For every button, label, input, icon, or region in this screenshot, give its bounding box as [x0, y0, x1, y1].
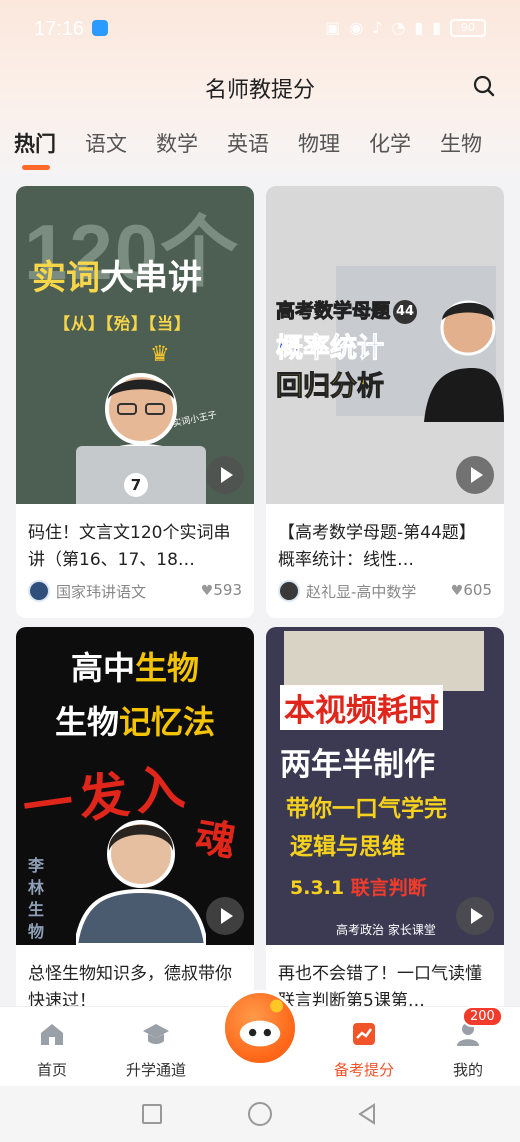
video-meta: 国家玮讲语文 ♥593	[28, 580, 242, 602]
tab-english[interactable]: 英语	[227, 128, 269, 158]
author-name[interactable]: 赵礼显-高中数学	[306, 581, 416, 602]
video-title[interactable]: 码住！文言文120个实词串讲（第16、17、18…	[28, 520, 242, 574]
teacher-figure	[424, 300, 504, 422]
tab-physics[interactable]: 物理	[298, 128, 340, 158]
signal-icon: ▮	[414, 18, 424, 37]
notification-app-icon	[92, 20, 108, 36]
thumb-line1: 高考数学母题 44	[275, 296, 418, 324]
nav-label: 我的	[452, 1061, 483, 1079]
thumb-line5-num: 5.3.1	[290, 877, 345, 899]
thumb-line2-white: 生物	[54, 703, 119, 741]
nfc-icon: ▣	[325, 18, 341, 37]
home-button[interactable]	[248, 1102, 272, 1126]
video-thumbnail[interactable]: 本视频耗时 两年半制作 带你一口气学完 逻辑与思维 5.3.1 联言判断 高考政…	[266, 627, 504, 945]
video-title[interactable]: 【高考数学母题-第44题】概率统计：线性…	[278, 520, 492, 574]
home-icon	[41, 1024, 63, 1045]
recent-apps-button[interactable]	[142, 1104, 162, 1124]
nav-item-mine[interactable]: 我的	[418, 1019, 518, 1080]
play-icon[interactable]	[206, 897, 244, 935]
thumb-line5: 5.3.1 联言判断	[290, 873, 427, 900]
heart-icon: ♥	[200, 583, 214, 599]
thumb-line1-white: 高中	[70, 649, 135, 687]
video-card[interactable]: 高中生物 生物记忆法 一发入 魂 李林生物 总怪生物知识多，德叔带你快速过！	[16, 627, 254, 1017]
status-time: 17:16	[34, 18, 85, 40]
nav-item-home[interactable]: 首页	[2, 1019, 102, 1080]
thumb-line1: 本视频耗时	[280, 685, 443, 730]
thumb-badge: 7	[124, 473, 148, 497]
subject-tabs: 热门 语文 数学 英语 物理 化学 生物	[14, 128, 482, 158]
thumb-line1-text: 高考数学母题	[275, 300, 391, 323]
thumb-line3: 回归分析	[276, 371, 385, 403]
alarm-icon: ◉	[349, 18, 364, 37]
play-icon[interactable]	[206, 456, 244, 494]
thumb-line2: 概率统计	[276, 333, 385, 365]
tab-chinese[interactable]: 语文	[85, 128, 127, 158]
nav-item-exam-prep[interactable]: 备考提分	[314, 1019, 414, 1080]
nav-label: 备考提分	[333, 1061, 394, 1079]
back-button[interactable]	[356, 1102, 378, 1126]
author-name[interactable]: 国家玮讲语文	[56, 581, 146, 602]
system-navigation-bar	[0, 1086, 520, 1142]
video-thumbnail[interactable]: 高中生物 生物记忆法 一发入 魂 李林生物	[16, 627, 254, 945]
video-thumbnail[interactable]: 高考数学母题 44 概率统计 回归分析	[266, 186, 504, 504]
active-tab-indicator	[22, 165, 50, 170]
thumb-line1: 高中生物	[16, 643, 254, 689]
thumb-line2-yellow: 记忆法	[119, 703, 216, 741]
video-card[interactable]: 高考数学母题 44 概率统计 回归分析 【高考数学母题-第44题】概率统计：线性……	[266, 186, 504, 618]
like-number: 605	[463, 581, 492, 599]
battery-icon: 90	[450, 18, 486, 37]
tab-math[interactable]: 数学	[156, 128, 198, 158]
crown-icon: ♛	[150, 342, 170, 367]
nav-label: 升学通道	[125, 1061, 186, 1079]
like-number: 593	[213, 581, 242, 599]
thumb-line2: 两年半制作	[280, 747, 435, 783]
thumb-line5-red: 联言判断	[350, 877, 427, 899]
video-card[interactable]: 120个 实词大串讲 【从】【殆】【当】 ♛ 实词小王子 7 码住！文言文120…	[16, 186, 254, 618]
heart-icon: ♥	[450, 583, 464, 599]
thumb-side-text: 李林生物	[28, 856, 45, 941]
tab-biology[interactable]: 生物	[440, 128, 482, 158]
chart-board-icon	[353, 1023, 375, 1045]
nav-label: 首页	[36, 1061, 67, 1079]
graduation-cap-icon	[143, 1024, 169, 1044]
thumb-number-badge: 44	[393, 299, 418, 324]
thumb-paper-image	[284, 631, 484, 691]
signal2-icon: ▮	[432, 18, 441, 37]
thumb-footer: 高考政治 家长课堂	[336, 923, 436, 937]
thumb-line4: 逻辑与思维	[290, 834, 405, 860]
video-card[interactable]: 本视频耗时 两年半制作 带你一口气学完 逻辑与思维 5.3.1 联言判断 高考政…	[266, 627, 504, 1017]
search-icon[interactable]	[472, 74, 496, 98]
mute-icon: ♪	[372, 18, 383, 37]
thumb-banner-yellow: 实词	[32, 258, 100, 298]
notification-badge: 200	[462, 1006, 503, 1027]
video-thumbnail[interactable]: 120个 实词大串讲 【从】【殆】【当】 ♛ 实词小王子 7	[16, 186, 254, 504]
author-avatar[interactable]	[278, 580, 300, 602]
thumb-banner: 实词大串讲	[32, 250, 202, 299]
mascot-face-icon	[239, 999, 284, 1047]
thumb-line3: 带你一口气学完	[286, 796, 447, 822]
page-title: 名师教提分	[204, 78, 315, 103]
thumb-tags: 【从】【殆】【当】	[54, 314, 192, 333]
thumb-banner-white: 大串讲	[100, 258, 202, 298]
tab-chemistry[interactable]: 化学	[369, 128, 411, 158]
thumb-line2: 生物记忆法	[16, 697, 254, 743]
play-icon[interactable]	[456, 456, 494, 494]
play-icon[interactable]	[456, 897, 494, 935]
nav-item-admission[interactable]: 升学通道	[106, 1019, 206, 1080]
teacher-figure	[76, 820, 206, 945]
thumb-line1-yellow: 生物	[135, 649, 200, 687]
video-meta: 赵礼显-高中数学 ♥605	[278, 580, 492, 602]
like-count: ♥593	[201, 581, 242, 599]
tab-hot[interactable]: 热门	[14, 128, 56, 158]
status-bar: 17:16 ▣ ◉ ♪ ◔ ▮ ▮ 90	[0, 0, 520, 60]
wifi-icon: ◔	[391, 18, 406, 37]
mascot-center-button[interactable]	[222, 990, 298, 1066]
author-avatar[interactable]	[28, 580, 50, 602]
like-count: ♥605	[451, 581, 492, 599]
